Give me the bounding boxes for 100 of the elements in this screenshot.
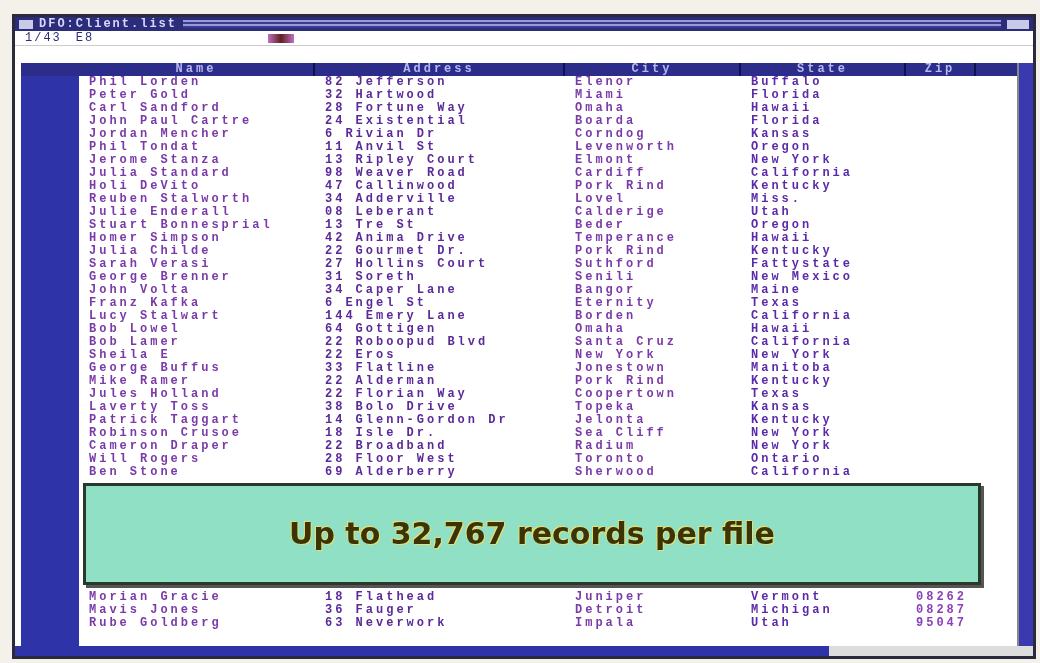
table-cell-text: 14 Glenn-Gordon Dr — [324, 414, 510, 427]
table-cell-text: Utah — [750, 206, 793, 219]
table-cell-text: Sarah Verasi — [88, 258, 213, 271]
table-cell-text: New York — [750, 440, 834, 453]
table-cell-text: Hawaii — [750, 232, 814, 245]
table-cell-text: 95047 — [915, 617, 968, 630]
table-cell-text: John Volta — [88, 284, 192, 297]
column-header[interactable]: Name — [79, 63, 315, 76]
table-cell-text: John Paul Cartre — [88, 115, 254, 128]
table-cell-text: 82 Jefferson — [324, 76, 449, 89]
table-cell-text: California — [750, 167, 854, 180]
table-cell-text: 32 Hartwood — [324, 89, 439, 102]
vertical-scrollbar[interactable] — [1017, 63, 1033, 646]
table-cell-text: 6 Rivian Dr — [324, 128, 439, 141]
table-cell-text: Utah — [750, 617, 793, 630]
table-cell-text: California — [750, 466, 854, 479]
table-cell-text: Texas — [750, 297, 803, 310]
table-cell-text: Calderige — [574, 206, 668, 219]
caption-text: Up to 32,767 records per file — [289, 516, 775, 552]
table-cell-text: 08262 — [915, 591, 968, 604]
column-header[interactable]: City — [565, 63, 741, 76]
column-header[interactable]: Address — [315, 63, 565, 76]
table-cell-text: Omaha — [574, 323, 627, 336]
table-cell-text: 28 Fortune Way — [324, 102, 469, 115]
table-cell-text: Toronto — [574, 453, 648, 466]
table-cell-text: Jerome Stanza — [88, 154, 223, 167]
record-position: 1/43 — [25, 31, 62, 45]
table-cell-text: Florida — [750, 89, 824, 102]
table-cell-text: Detroit — [574, 604, 648, 617]
table-cell-text: Morian Gracie — [88, 591, 223, 604]
table-cell-text: California — [750, 310, 854, 323]
table-cell-text: 28 Floor West — [324, 453, 459, 466]
table-cell-text: Julia Childe — [88, 245, 213, 258]
table-cell-text: 34 Caper Lane — [324, 284, 459, 297]
table-cell-text: Ontario — [750, 453, 824, 466]
table-cell-text: 13 Tre St — [324, 219, 418, 232]
table-cell-text: 38 Bolo Drive — [324, 401, 459, 414]
table-cell-text: Santa Cruz — [574, 336, 678, 349]
table-cell-text: Hawaii — [750, 323, 814, 336]
table-cell-text: Impala — [574, 617, 638, 630]
column-header[interactable]: Zip — [906, 63, 976, 76]
table-cell-text: 31 Soreth — [324, 271, 418, 284]
table-cell-text: Sea Cliff — [574, 427, 668, 440]
table-cell-text: California — [750, 336, 854, 349]
table-cell-text: Borden — [574, 310, 638, 323]
table-cell-text: Suthford — [574, 258, 658, 271]
table-cell-text: Kentucky — [750, 375, 834, 388]
table-cell-text: Beder — [574, 219, 627, 232]
table-cell-text: Manitoba — [750, 362, 834, 375]
table-cell-text: Miami — [574, 89, 627, 102]
table-cell-text: 36 Fauger — [324, 604, 418, 617]
table-cell-text: Oregon — [750, 141, 814, 154]
drag-bar[interactable] — [183, 20, 1001, 28]
table-cell-text: Jordan Mencher — [88, 128, 233, 141]
table-cell-text: Reuben Stalworth — [88, 193, 254, 206]
table-cell-text: Kentucky — [750, 180, 834, 193]
table-cell-text: Texas — [750, 388, 803, 401]
table-cell-text: 98 Weaver Road — [324, 167, 469, 180]
table-cell-text: Kentucky — [750, 414, 834, 427]
table-cell-text: Phil Lorden — [88, 76, 203, 89]
horizontal-scrollbar[interactable] — [15, 646, 1033, 656]
table-cell-text: Phil Tondat — [88, 141, 203, 154]
table-cell-text: Hawaii — [750, 102, 814, 115]
table-cell-text: Pork Rind — [574, 375, 668, 388]
table-cell-text: 22 Broadband — [324, 440, 449, 453]
table-cell-text: Jules Holland — [88, 388, 223, 401]
table-cell-text: Sherwood — [574, 466, 658, 479]
table-cell-text: Laverty Toss — [88, 401, 213, 414]
table-cell-text: Bob Lowel — [88, 323, 182, 336]
table-cell-text: Ben Stone — [88, 466, 182, 479]
table-cell-text: Elenor — [574, 76, 638, 89]
table-cell-text: Kansas — [750, 128, 814, 141]
table-cell-text: Buffalo — [750, 76, 824, 89]
table-cell-text: 18 Flathead — [324, 591, 439, 604]
table-cell-text: 08287 — [915, 604, 968, 617]
table-cell-text: Kentucky — [750, 245, 834, 258]
table-cell-text: Julie Enderall — [88, 206, 233, 219]
table-cell-text: 69 Alderberry — [324, 466, 459, 479]
table-cell-text: Homer Simpson — [88, 232, 223, 245]
table-cell-text: George Brenner — [88, 271, 233, 284]
table-cell-text: Vermont — [750, 591, 824, 604]
table-cell-text: Cameron Draper — [88, 440, 233, 453]
table-cell-text: Temperance — [574, 232, 678, 245]
table-cell-text: 11 Anvil St — [324, 141, 439, 154]
table-cell-text: Pork Rind — [574, 180, 668, 193]
table-cell-text: Jelonta — [574, 414, 648, 427]
table-cell-text: Elmont — [574, 154, 638, 167]
table-cell-text: Omaha — [574, 102, 627, 115]
table-cell-text: 08 Leberant — [324, 206, 439, 219]
table-cell-text: Patrick Taggart — [88, 414, 244, 427]
table-cell-text: Carl Sandford — [88, 102, 223, 115]
table-cell-text: New York — [574, 349, 658, 362]
table-cell-text: George Buffus — [88, 362, 223, 375]
column-header[interactable]: State — [741, 63, 906, 76]
table-cell-text: Cardiff — [574, 167, 648, 180]
table-cell-text: 63 Neverwork — [324, 617, 449, 630]
table-cell-text: Jonestown — [574, 362, 668, 375]
table-cell-text: Levenworth — [574, 141, 678, 154]
table-cell-text: Lovel — [574, 193, 627, 206]
table-cell-text: 33 Flatline — [324, 362, 439, 375]
